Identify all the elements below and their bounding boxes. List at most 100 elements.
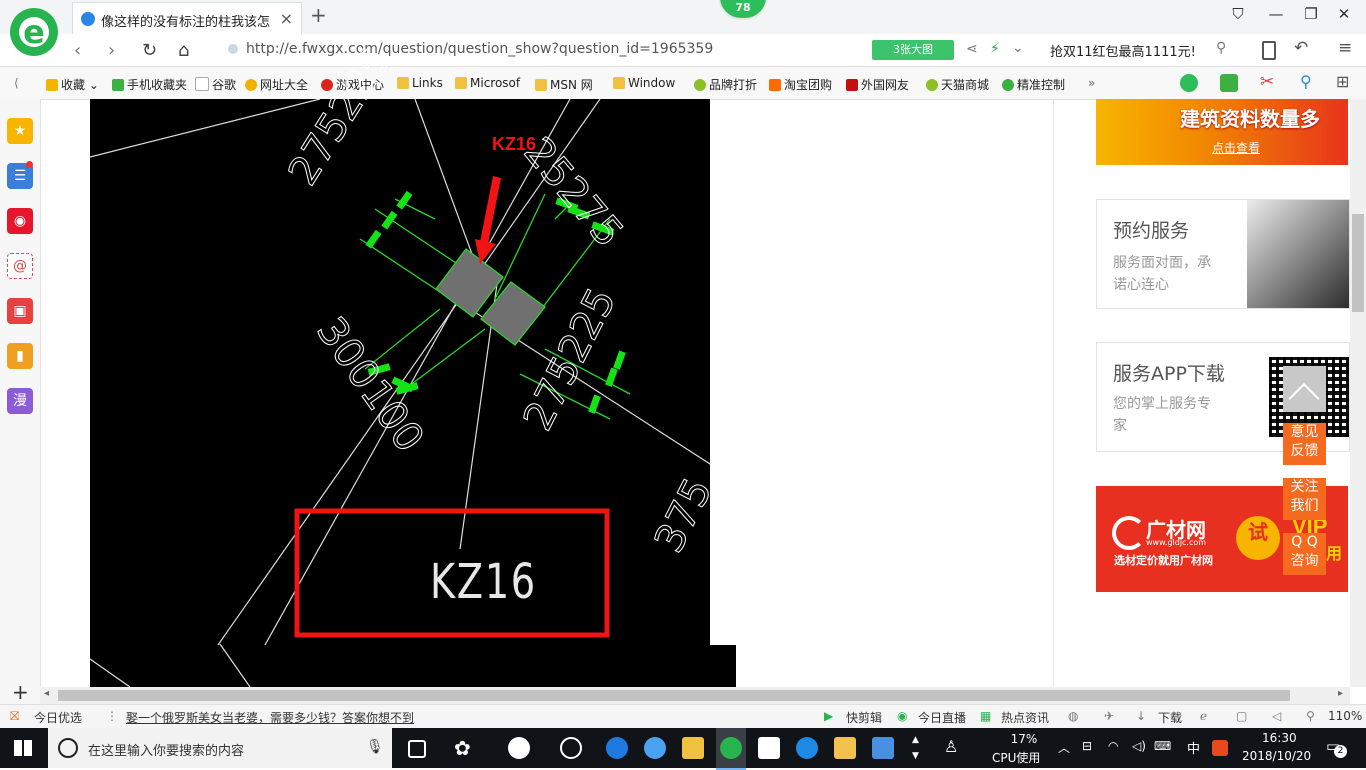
keyboard-icon[interactable]: ⌨: [1154, 739, 1171, 753]
skin-icon[interactable]: ⛉: [1226, 5, 1250, 23]
vertical-scrollbar[interactable]: [1350, 99, 1366, 687]
edge-icon[interactable]: [606, 737, 628, 759]
money-icon[interactable]: [1180, 74, 1198, 92]
browser-tab[interactable]: 像这样的没有标注的柱我该怎么 ×: [72, 2, 302, 35]
game-icon[interactable]: ▣: [7, 298, 33, 324]
translate-icon[interactable]: [1220, 74, 1238, 92]
banner-link[interactable]: 点击查看: [1212, 139, 1260, 156]
tray-network-icon[interactable]: ⊟: [1082, 739, 1092, 753]
glodon-icon[interactable]: [796, 737, 818, 759]
share-icon[interactable]: ⋖: [966, 41, 978, 57]
pin-icon[interactable]: ✈: [1104, 709, 1114, 723]
bookmark-folder[interactable]: Links: [397, 76, 443, 90]
mobile-icon[interactable]: [1262, 41, 1276, 60]
tab-close-icon[interactable]: ×: [280, 9, 293, 28]
menu-icon[interactable]: ≡: [1338, 38, 1352, 58]
people-icon[interactable]: ♙: [944, 737, 958, 756]
clock-time[interactable]: 16:30: [1262, 731, 1297, 745]
qihoo-browser-icon[interactable]: [508, 737, 530, 759]
bookmark-icon[interactable]: ▮: [7, 343, 33, 369]
photo-app-icon[interactable]: [872, 737, 894, 759]
bookmark-item[interactable]: 外国网友: [846, 76, 909, 93]
url-input[interactable]: http://e.fwxgx.com/question/question_sho…: [246, 41, 713, 57]
star-icon[interactable]: ★: [7, 118, 33, 144]
speed-icon[interactable]: ⚡: [990, 41, 1000, 57]
banner-ad[interactable]: 建筑资料数量多 点击查看: [1096, 99, 1348, 165]
horizontal-scroll-thumb[interactable]: [58, 690, 1290, 701]
hummingbird-icon[interactable]: [560, 737, 582, 759]
live-button[interactable]: 今日直播: [918, 709, 966, 726]
pinwheel-icon[interactable]: ✿: [454, 737, 476, 759]
site-info-icon[interactable]: [228, 44, 238, 54]
back-to-top-button[interactable]: [1283, 366, 1326, 415]
today-picks[interactable]: 今日优选: [34, 709, 82, 726]
collapse-sidebar-icon[interactable]: ⟨: [14, 76, 19, 90]
apps-grid-icon[interactable]: ⊞: [1336, 72, 1349, 91]
volume-icon[interactable]: ◁: [1272, 709, 1281, 723]
magnifier-icon[interactable]: ⚲: [1300, 72, 1312, 91]
bookmark-item[interactable]: 淘宝团购: [769, 76, 832, 93]
follow-button[interactable]: 关注 我们: [1283, 478, 1326, 520]
vertical-scroll-thumb[interactable]: [1352, 214, 1364, 312]
file-explorer-icon[interactable]: [682, 737, 704, 759]
maximize-button[interactable]: ❐: [1299, 5, 1323, 23]
zoom-level[interactable]: 110%: [1328, 709, 1362, 723]
wifi-icon[interactable]: ◠: [1108, 739, 1118, 753]
ime-indicator[interactable]: 中: [1187, 738, 1200, 757]
search-icon[interactable]: ⚲: [1216, 40, 1226, 56]
bookmark-item[interactable]: 谷歌: [195, 76, 236, 93]
minimize-button[interactable]: —: [1264, 5, 1288, 23]
task-view-icon[interactable]: [408, 740, 426, 758]
clock-date[interactable]: 2018/10/20: [1242, 749, 1311, 763]
tray-chevron-icon[interactable]: ︿: [1058, 739, 1070, 756]
qq-button[interactable]: Q Q 咨询: [1283, 533, 1326, 575]
scroll-left-icon[interactable]: ◂: [44, 688, 49, 699]
taskbar-scroll-icon[interactable]: ▲ ▼: [912, 732, 919, 764]
sogou-icon[interactable]: [1212, 740, 1228, 756]
close-window-button[interactable]: ✕: [1332, 5, 1356, 23]
promo-text[interactable]: 抢双11红包最高1111元!: [1050, 41, 1196, 60]
bookmark-folder[interactable]: Microsof: [455, 76, 520, 90]
bookmark-folder[interactable]: MSN 网: [535, 76, 593, 93]
bookmark-item[interactable]: 品牌打折: [694, 76, 757, 93]
hotnews-button[interactable]: 热点资讯: [1001, 709, 1049, 726]
window-icon[interactable]: ▢: [1236, 709, 1247, 723]
kuaijian-button[interactable]: 快剪辑: [846, 709, 882, 726]
ie-mode-icon[interactable]: ℯ: [1200, 709, 1207, 723]
back-button[interactable]: ‹: [74, 40, 81, 61]
headline-link[interactable]: 娶一个俄罗斯美女当老婆，需要多少钱？答案你想不到: [126, 709, 414, 726]
more-bookmarks-icon[interactable]: »: [1088, 76, 1095, 90]
undo-icon[interactable]: ↶: [1294, 38, 1308, 58]
notes-icon[interactable]: [834, 737, 856, 759]
forward-button[interactable]: ›: [108, 40, 115, 61]
manga-icon[interactable]: 漫: [7, 388, 33, 414]
bookmark-item[interactable]: 收藏 ⌄: [46, 76, 99, 93]
download-button[interactable]: 下载: [1158, 709, 1182, 726]
360-browser-icon[interactable]: [720, 737, 742, 759]
new-tab-button[interactable]: +: [310, 3, 327, 27]
microphone-icon[interactable]: 🎙: [366, 739, 384, 755]
bookmark-item[interactable]: 手机收藏夹: [112, 76, 187, 93]
bookmark-item[interactable]: 天猫商城: [926, 76, 989, 93]
taskbar-search-box[interactable]: 在这里输入你要搜索的内容 🎙: [48, 728, 392, 768]
bookmark-item[interactable]: 网址大全: [245, 76, 308, 93]
mail-icon[interactable]: @: [7, 253, 33, 279]
mail-app-icon[interactable]: [758, 737, 780, 759]
browser-logo-icon[interactable]: e: [10, 8, 58, 56]
weibo-icon[interactable]: ◉: [7, 208, 33, 234]
chevron-down-icon[interactable]: ⌄: [1012, 40, 1024, 56]
speed-test-icon[interactable]: ◍: [1068, 709, 1078, 723]
scroll-right-icon[interactable]: ▸: [1338, 688, 1343, 699]
refresh-icon[interactable]: ↻: [142, 40, 157, 61]
appointment-card[interactable]: 预约服务 服务面对面，承 诺心连心: [1096, 199, 1350, 309]
cpu-usage[interactable]: 17%: [1004, 732, 1044, 746]
speaker-icon[interactable]: ◁): [1132, 739, 1146, 753]
add-icon[interactable]: +: [12, 680, 29, 704]
big-pic-button[interactable]: 3张大图: [872, 40, 954, 60]
windows-start-icon[interactable]: [14, 740, 32, 756]
bookmark-item[interactable]: 精准控制: [1002, 76, 1065, 93]
home-icon[interactable]: ⌂: [178, 40, 189, 61]
ie-icon[interactable]: [644, 737, 666, 759]
bookmark-folder[interactable]: Window: [613, 76, 675, 90]
feedback-button[interactable]: 意见 反馈: [1283, 423, 1326, 465]
